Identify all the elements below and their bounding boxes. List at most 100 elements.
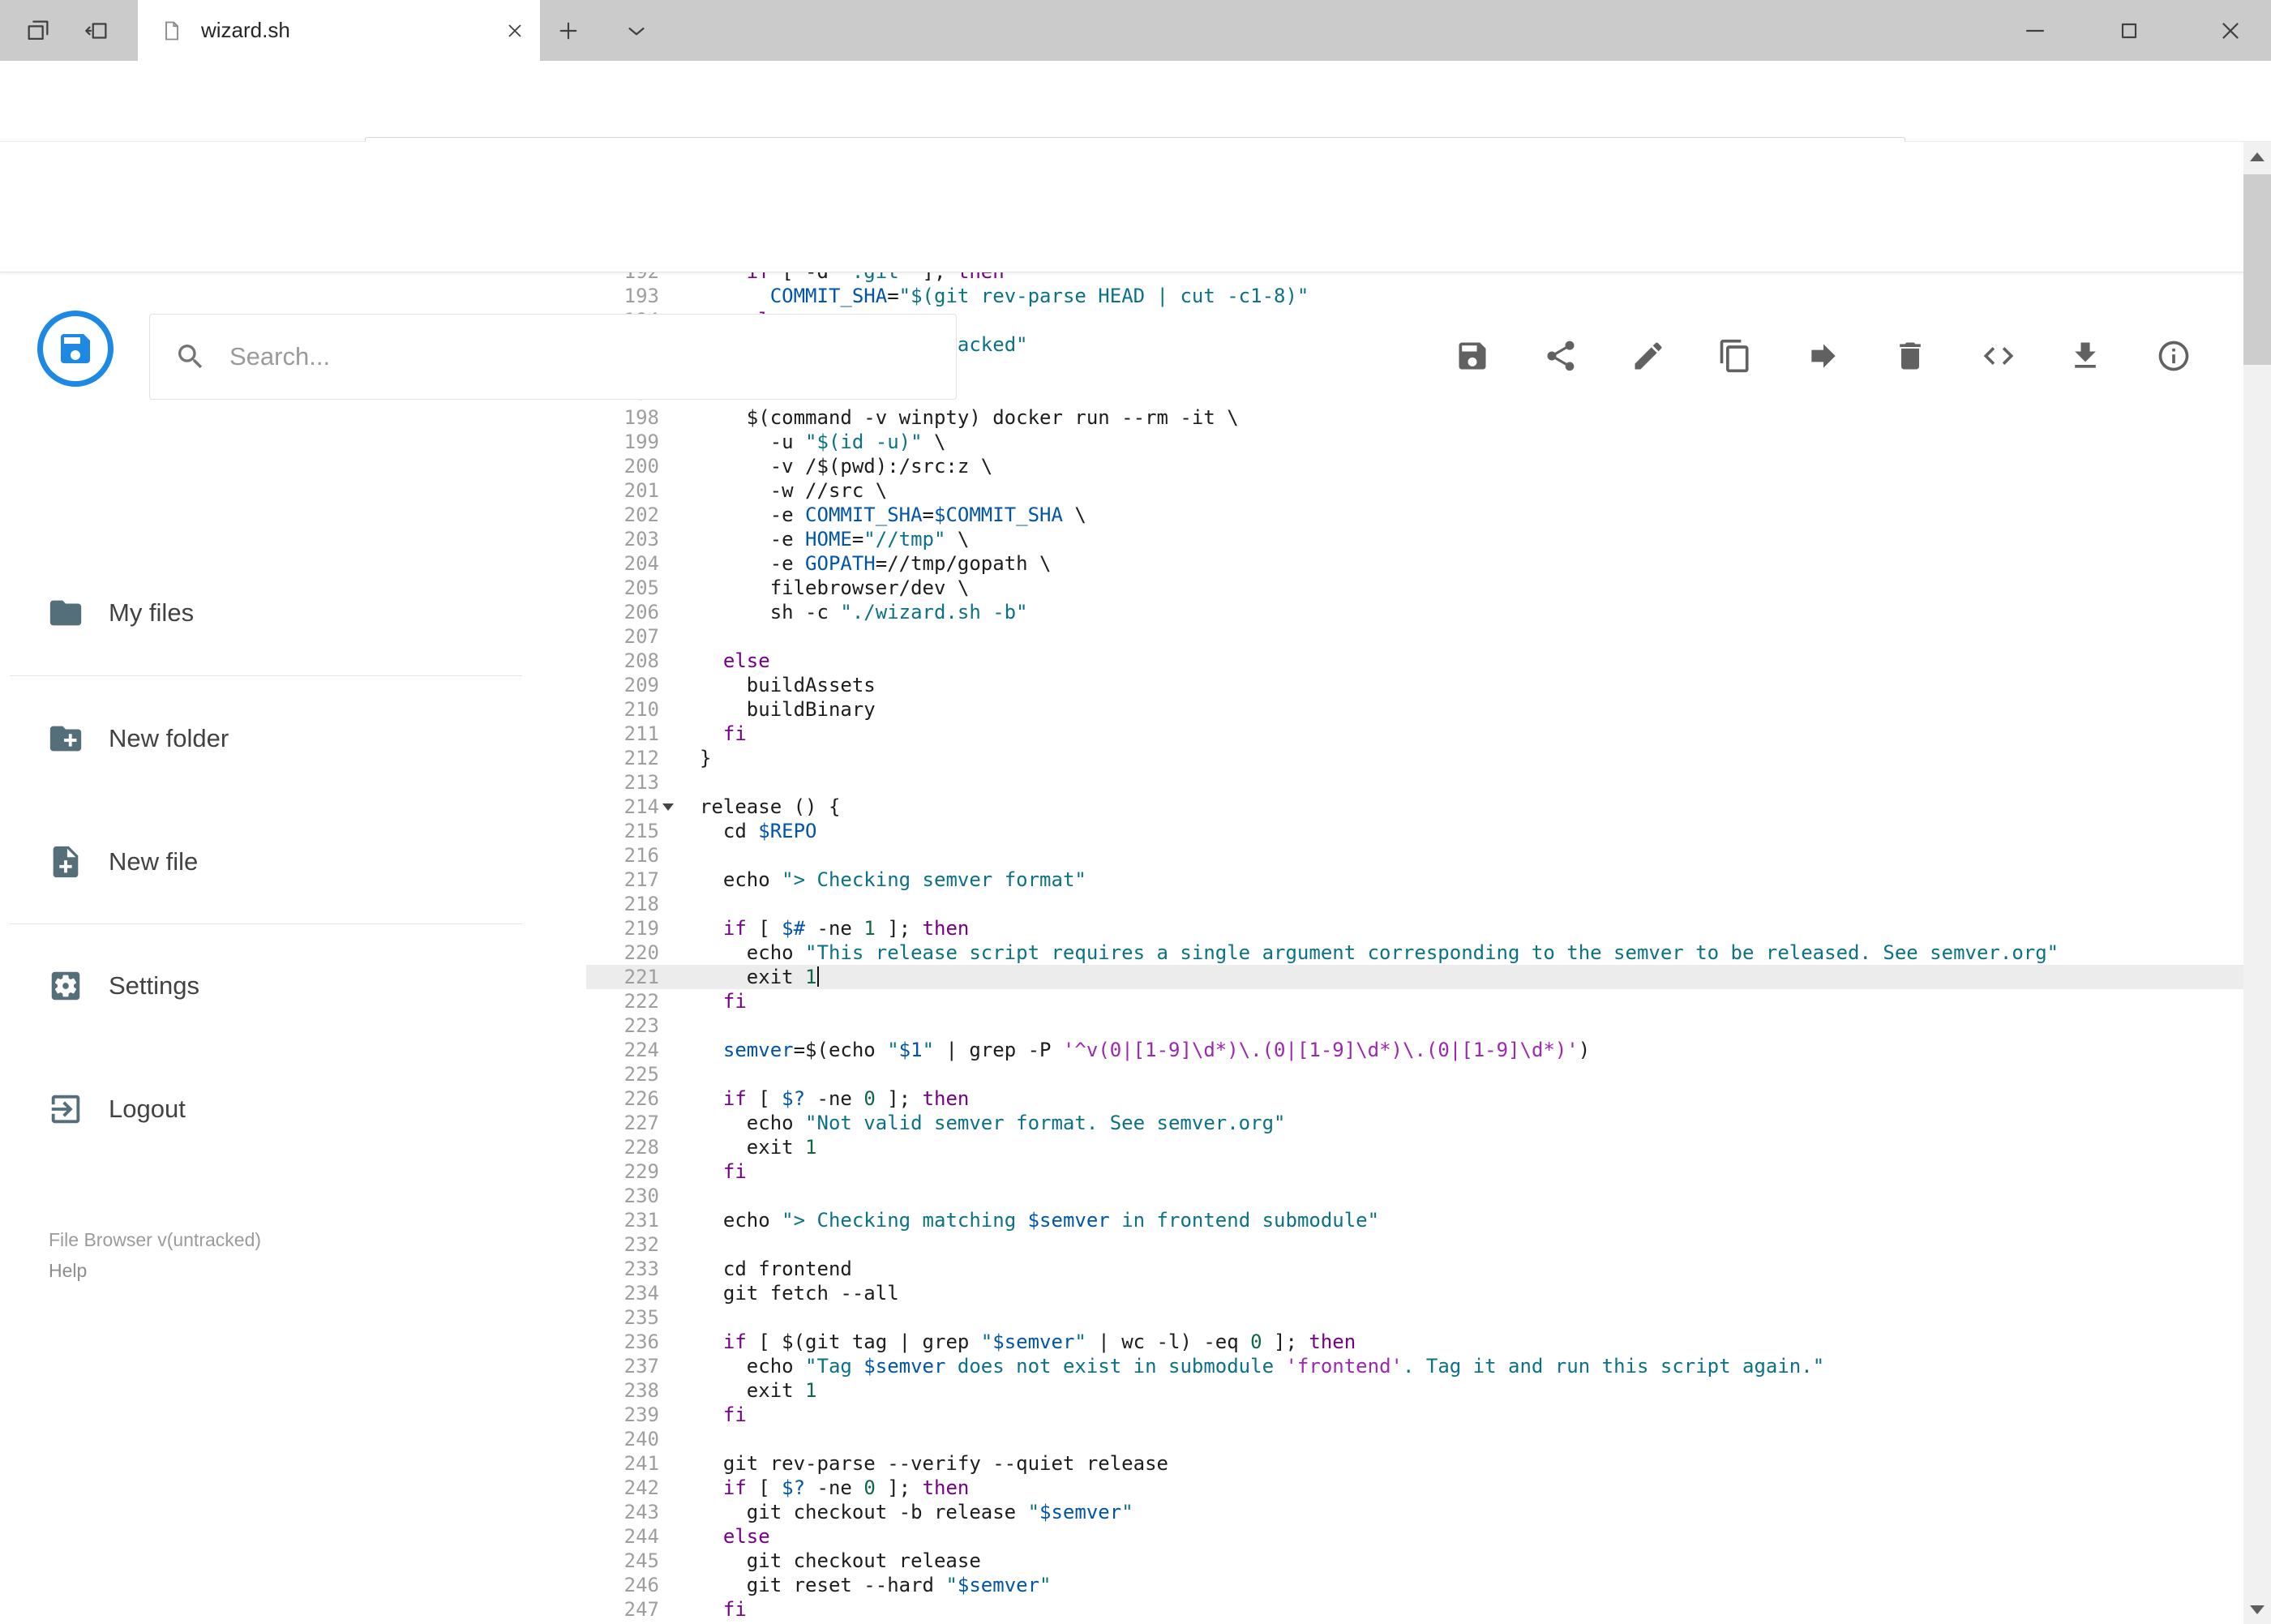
code-line[interactable]: 204 -e GOPATH=//tmp/gopath \ — [586, 551, 2243, 576]
code-line[interactable]: 243 git checkout -b release "$semver" — [586, 1500, 2243, 1524]
code-line[interactable]: 233 cd frontend — [586, 1257, 2243, 1281]
code-editor[interactable]: 192 if [ -d ".git" ]; then193 COMMIT_SHA… — [586, 272, 2243, 1624]
code-line[interactable]: 225 — [586, 1062, 2243, 1086]
code-line[interactable]: 220 echo "This release script requires a… — [586, 941, 2243, 965]
filebrowser-logo[interactable] — [37, 311, 114, 387]
tabs-preview-icon[interactable] — [79, 14, 114, 48]
address-bar-row: filebrowser.web/files/wizard.sh — [0, 61, 2271, 187]
code-line[interactable]: 230 — [586, 1184, 2243, 1208]
source-code-button[interactable] — [1968, 325, 2029, 387]
sidebar-item-my-files[interactable]: My files — [47, 576, 485, 649]
code-text: if [ $(git tag | grep "$semver" | wc -l)… — [722, 1330, 1356, 1353]
code-line[interactable]: 234 git fetch --all — [586, 1281, 2243, 1305]
search-input[interactable] — [228, 341, 932, 372]
code-line[interactable]: 241 git rev-parse --verify --quiet relea… — [586, 1451, 2243, 1476]
code-line[interactable]: 245 git checkout release — [586, 1549, 2243, 1573]
code-line[interactable]: 223 — [586, 1013, 2243, 1038]
code-line[interactable]: 201 -w //src \ — [586, 478, 2243, 503]
code-line[interactable]: 203 -e HOME="//tmp" \ — [586, 527, 2243, 551]
code-line[interactable]: 213 — [586, 770, 2243, 795]
window-close-button[interactable] — [2189, 0, 2271, 61]
save-button[interactable] — [1442, 325, 1503, 387]
fold-marker-icon[interactable] — [659, 795, 677, 819]
code-line[interactable]: 221 exit 1 — [586, 965, 2243, 989]
share-button[interactable] — [1530, 325, 1592, 387]
code-line[interactable]: 246 git reset --hard "$semver" — [586, 1573, 2243, 1597]
sidebar-item-new-folder[interactable]: New folder — [47, 702, 485, 775]
tab-close-icon[interactable] — [504, 20, 525, 41]
sidebar-item-label: My files — [109, 598, 195, 627]
code-line[interactable]: 207 — [586, 624, 2243, 649]
code-line[interactable]: 219 if [ $# -ne 1 ]; then — [586, 916, 2243, 941]
code-line[interactable]: 232 — [586, 1232, 2243, 1257]
code-line[interactable]: 222 fi — [586, 989, 2243, 1013]
delete-button[interactable] — [1879, 325, 1941, 387]
download-button[interactable] — [2055, 325, 2116, 387]
scroll-up-icon[interactable] — [2243, 142, 2271, 171]
help-link[interactable]: Help — [49, 1255, 261, 1286]
scrollbar-thumb[interactable] — [2243, 174, 2271, 365]
code-line[interactable]: 229 fi — [586, 1159, 2243, 1184]
code-line[interactable]: 244 else — [586, 1524, 2243, 1549]
code-line[interactable]: 224 semver=$(echo "$1" | grep -P '^v(0|[… — [586, 1038, 2243, 1062]
vertical-scrollbar[interactable] — [2243, 142, 2271, 1624]
code-line[interactable]: 235 — [586, 1305, 2243, 1330]
code-line[interactable]: 202 -e COMMIT_SHA=$COMMIT_SHA \ — [586, 503, 2243, 527]
code-line[interactable]: 236 if [ $(git tag | grep "$semver" | wc… — [586, 1330, 2243, 1354]
code-line[interactable]: 247 fi — [586, 1597, 2243, 1622]
sidebar-item-new-file[interactable]: New file — [47, 825, 485, 898]
sidebar-item-settings[interactable]: Settings — [47, 949, 485, 1022]
window-maximize-button[interactable] — [2092, 0, 2166, 61]
line-number: 230 — [623, 1185, 659, 1207]
code-text: buildBinary — [700, 698, 876, 721]
code-line[interactable]: 209 buildAssets — [586, 673, 2243, 697]
edit-button[interactable] — [1618, 325, 1679, 387]
line-number: 241 — [623, 1452, 659, 1475]
code-line[interactable]: 210 buildBinary — [586, 697, 2243, 722]
code-line[interactable]: 237 echo "Tag $semver does not exist in … — [586, 1354, 2243, 1378]
window-minimize-button[interactable] — [1998, 0, 2072, 61]
code-line[interactable]: 214 release () { — [586, 795, 2243, 819]
sidebar-item-logout[interactable]: Logout — [47, 1073, 485, 1146]
code-line[interactable]: 231 echo "> Checking matching $semver in… — [586, 1208, 2243, 1232]
code-line[interactable]: 200 -v /$(pwd):/src:z \ — [586, 454, 2243, 478]
share-nodes-icon — [1547, 341, 1575, 371]
code-line[interactable]: 239 fi — [586, 1403, 2243, 1427]
scroll-down-icon[interactable] — [2243, 1595, 2271, 1624]
code-line[interactable]: 226 if [ $? -ne 0 ]; then — [586, 1086, 2243, 1111]
code-line[interactable]: 218 — [586, 892, 2243, 916]
tab-preview-chevron-icon[interactable] — [619, 14, 653, 48]
code-line[interactable]: 198 $(command -v winpty) docker run --rm… — [586, 405, 2243, 430]
fold-gutter — [659, 697, 677, 722]
code-line[interactable]: 216 — [586, 843, 2243, 868]
code-text: buildAssets — [700, 674, 876, 696]
code-line[interactable]: 193 COMMIT_SHA="$(git rev-parse HEAD | c… — [586, 284, 2243, 308]
code-line[interactable]: 227 echo "Not valid semver format. See s… — [586, 1111, 2243, 1135]
code-line[interactable]: 215 cd $REPO — [586, 819, 2243, 843]
code-line[interactable]: 199 -u "$(id -u)" \ — [586, 430, 2243, 454]
copy-button[interactable] — [1704, 325, 1766, 387]
new-tab-icon[interactable] — [551, 14, 585, 48]
move-button[interactable] — [1793, 325, 1854, 387]
fold-gutter — [659, 649, 677, 673]
code-line[interactable]: 240 — [586, 1427, 2243, 1451]
code-line[interactable]: 212} — [586, 746, 2243, 770]
line-number: 239 — [623, 1403, 659, 1426]
code-line[interactable]: 192 if [ -d ".git" ]; then — [586, 272, 2243, 284]
code-line[interactable]: 242 if [ $? -ne 0 ]; then — [586, 1476, 2243, 1500]
code-line[interactable]: 205 filebrowser/dev \ — [586, 576, 2243, 600]
line-number: 238 — [623, 1379, 659, 1402]
browser-tab[interactable]: wizard.sh — [138, 0, 540, 61]
info-button[interactable] — [2143, 325, 2205, 387]
line-number: 224 — [623, 1039, 659, 1061]
code-line[interactable]: 206 sh -c "./wizard.sh -b" — [586, 600, 2243, 624]
set-tabs-aside-icon[interactable] — [21, 14, 55, 48]
code-line[interactable]: 228 exit 1 — [586, 1135, 2243, 1159]
code-line[interactable]: 211 fi — [586, 722, 2243, 746]
code-line[interactable]: 238 exit 1 — [586, 1378, 2243, 1403]
code-line[interactable]: 217 echo "> Checking semver format" — [586, 868, 2243, 892]
line-number: 227 — [623, 1112, 659, 1134]
code-line[interactable]: 208 else — [586, 649, 2243, 673]
